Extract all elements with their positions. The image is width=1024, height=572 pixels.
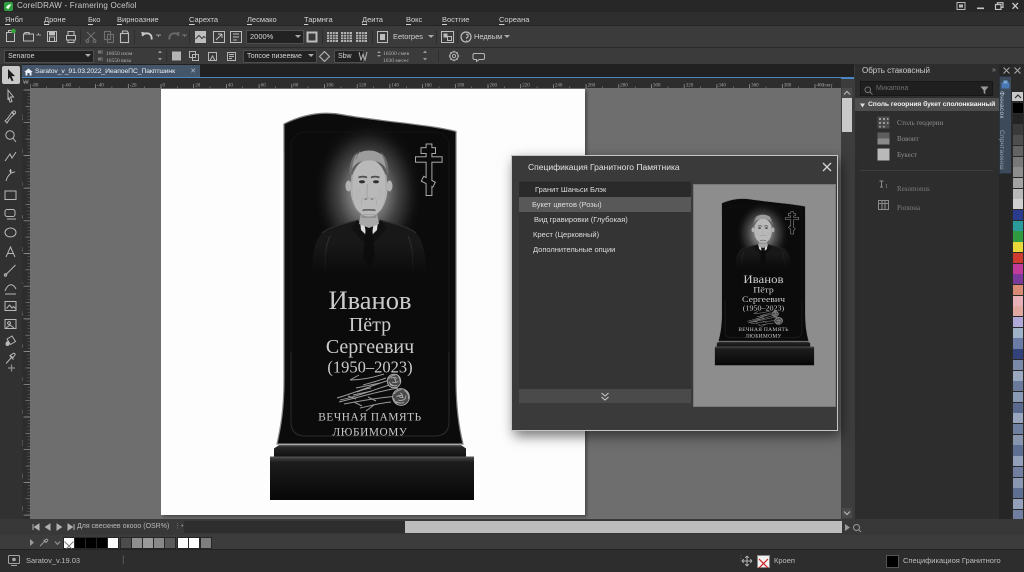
svg-text:100: 100: [22, 114, 24, 120]
svg-text:Букест: Букест: [897, 151, 917, 159]
svg-text:Ропюна: Ропюна: [897, 204, 921, 212]
svg-text:Столь геодерин: Столь геодерин: [897, 119, 943, 127]
svg-text:-120: -120: [22, 473, 24, 481]
svg-text:Resomonus: Resomonus: [897, 185, 930, 193]
svg-text:16050 изом: 16050 изом: [106, 51, 133, 57]
svg-text:-80: -80: [22, 409, 24, 415]
svg-text:16550 вкза: 16550 вкза: [106, 58, 131, 63]
svg-text:16500 смев: 16500 смев: [383, 51, 409, 57]
svg-text:1030 месес: 1030 месес: [383, 58, 410, 63]
svg-text:-100: -100: [22, 440, 24, 448]
svg-text:-140: -140: [22, 505, 24, 513]
svg-text:-40: -40: [22, 344, 24, 350]
svg-text:0: 0: [22, 282, 24, 284]
svg-text:Вовоит: Вовоит: [897, 135, 919, 143]
svg-text:60: 60: [22, 182, 24, 186]
svg-text:1: 1: [885, 184, 888, 190]
svg-text:20: 20: [22, 247, 24, 251]
svg-text:40: 40: [22, 215, 24, 219]
svg-text:-20: -20: [22, 311, 24, 317]
svg-text:-60: -60: [22, 377, 24, 383]
svg-text:80: 80: [22, 149, 24, 153]
